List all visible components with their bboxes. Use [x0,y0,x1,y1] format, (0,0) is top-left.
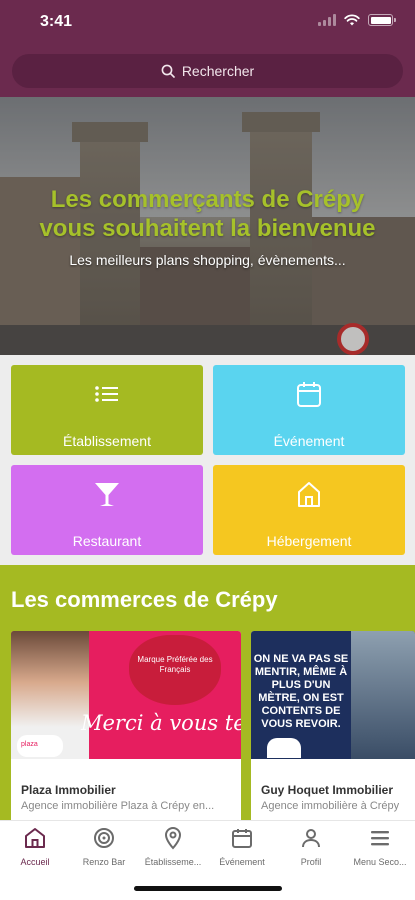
calendar-icon [297,382,321,407]
search-icon [161,64,175,78]
nav-label: Événement [219,857,265,867]
app-header: 3:41 Rechercher [0,0,415,97]
status-bar: 3:41 [0,0,415,44]
nav-item-profil[interactable]: Profil [276,821,346,871]
home-indicator[interactable] [134,886,282,891]
status-icons [318,14,396,26]
cellular-signal-icon [318,14,336,26]
category-label: Événement [273,433,345,449]
user-icon [302,829,320,848]
image-caption: ON NE VA PAS SE MENTIR, MÊME À PLUS D'UN… [253,653,349,730]
category-label: Hébergement [266,533,352,549]
wifi-icon [344,14,360,26]
category-grid: Établissement Événement Restaurant Héber… [0,355,415,565]
nav-item-accueil[interactable]: Accueil [0,821,70,871]
commerce-name: Plaza Immobilier [21,783,116,797]
battery-icon [368,14,396,26]
category-hebergement[interactable]: Hébergement [213,465,405,555]
commerce-image: Marque Préférée des Français Merci à vou… [11,631,241,759]
nav-item-evenement[interactable]: Événement [207,821,277,871]
nav-label: Accueil [20,857,50,867]
image-caption: Merci à vous te [81,711,241,735]
heart-badge: Marque Préférée des Français [129,635,221,705]
cocktail-glass-icon [95,483,119,506]
menu-icon [371,831,389,846]
hero-subtitle: Les meilleurs plans shopping, évènements… [69,252,346,268]
commerce-description: Agence immobilière à Crépy [261,800,400,812]
category-label: Restaurant [72,533,142,549]
target-icon [94,828,114,848]
nav-label: Profil [300,857,322,867]
home-icon [25,828,45,848]
commerce-name: Guy Hoquet Immobilier [261,783,394,797]
commerce-description: Agence immobilière Plaza à Crépy en... [21,800,215,812]
search-bar[interactable]: Rechercher [12,54,403,88]
hero-banner: Les commerçants de Crépy vous souhaitent… [0,97,415,355]
nav-label: Établisseme... [144,857,202,867]
hero-title: Les commerçants de Crépy vous souhaitent… [39,186,376,242]
category-etablissement[interactable]: Établissement [11,365,203,455]
category-evenement[interactable]: Événement [213,365,405,455]
category-restaurant[interactable]: Restaurant [11,465,203,555]
commerces-section: Les commerces de Crépy Marque Préférée d… [0,565,415,820]
calendar-icon [232,829,252,848]
nav-item-etablissement[interactable]: Établisseme... [138,821,208,871]
nav-item-renzo-bar[interactable]: Renzo Bar [69,821,139,871]
guy-hoquet-logo [267,738,301,758]
map-pin-icon [164,827,182,850]
nav-label: Renzo Bar [82,857,126,867]
commerce-card[interactable]: ON NE VA PAS SE MENTIR, MÊME À PLUS D'UN… [251,631,415,820]
commerce-card[interactable]: Marque Préférée des Français Merci à vou… [11,631,241,820]
nav-item-menu-secondaire[interactable]: Menu Seco... [345,821,415,871]
house-icon [298,482,320,507]
nav-label: Menu Seco... [353,857,407,867]
status-time: 3:41 [40,13,73,30]
category-label: Établissement [63,433,151,449]
section-title: Les commerces de Crépy [11,587,278,612]
list-icon [95,386,118,402]
search-label: Rechercher [181,63,255,79]
plaza-logo: plaza [17,735,63,757]
commerce-image: ON NE VA PAS SE MENTIR, MÊME À PLUS D'UN… [251,631,415,759]
